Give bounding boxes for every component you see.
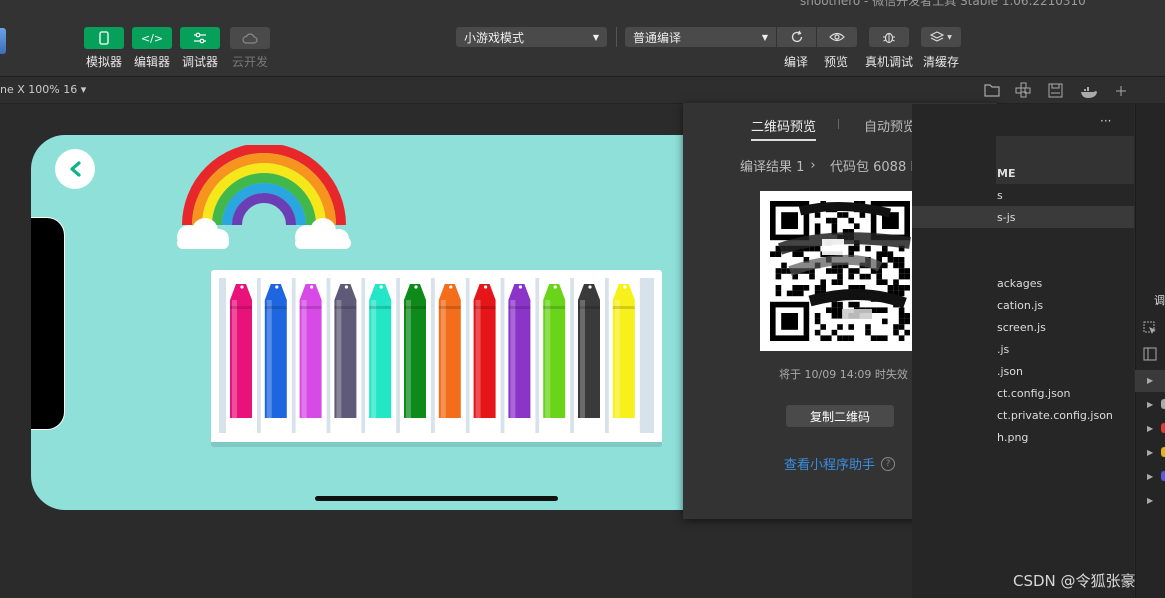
file-tree-item[interactable]: .json (997, 365, 1023, 378)
caret-right-icon[interactable]: ▶ (1147, 472, 1153, 481)
phone-notch (31, 217, 65, 430)
crayon (612, 284, 635, 418)
mode-select[interactable]: 小游戏模式 ▼ (456, 27, 607, 47)
info-dot-icon (1161, 471, 1165, 481)
helper-link[interactable]: 查看小程序助手 ? (784, 454, 896, 473)
qr-expire-text: 将于 10/09 14:09 时失效 (779, 368, 908, 381)
device-select[interactable]: ne X 100% 16 ▾ (0, 83, 86, 96)
file-tree-item[interactable]: ME (997, 167, 1015, 180)
sliders-icon (194, 32, 206, 44)
clear-cache-button[interactable]: ▼ (921, 27, 961, 47)
crayon (578, 284, 600, 418)
crayon (334, 284, 357, 418)
warning-dot-icon (1161, 447, 1165, 457)
grid-icon[interactable] (1015, 82, 1031, 102)
bug-icon (883, 32, 895, 44)
crayon (473, 284, 496, 418)
help-icon: ? (881, 456, 896, 471)
file-tree-item[interactable]: s (997, 189, 1003, 202)
home-indicator (315, 496, 558, 501)
caret-right-icon[interactable]: ▶ (1147, 376, 1153, 385)
compile-result-link[interactable]: 编译结果 1 › (740, 156, 816, 175)
caret-right-icon[interactable]: ▶ (1147, 448, 1153, 457)
file-tree-item[interactable]: .js (997, 343, 1009, 356)
preview-label: 预览 (823, 55, 848, 69)
status-dot-icon (1161, 399, 1165, 409)
debugger-toggle-button[interactable] (180, 27, 220, 49)
watermark: CSDN @令狐张豪 (1013, 572, 1136, 590)
window-title: shoothero - 微信开发者工具 Stable 1.06.2210310 (800, 0, 1086, 8)
chevron-right-icon: › (810, 158, 816, 173)
copy-qr-button[interactable]: 复制二维码 (786, 405, 894, 427)
caret-down-icon: ▼ (592, 32, 599, 42)
editor-toggle-button[interactable]: </> (132, 27, 172, 49)
file-tree-item[interactable]: ct.private.config.json (997, 409, 1113, 422)
compile-select-value: 普通编译 (633, 30, 682, 45)
crayon (543, 284, 566, 418)
eye-icon (829, 32, 845, 42)
caret-down-icon: ▼ (947, 33, 952, 41)
phone-icon (99, 31, 109, 45)
app-icon (0, 28, 6, 54)
split-panel-icon[interactable] (984, 82, 1002, 97)
cloud-dev-label: 云开发 (231, 55, 268, 69)
device-toggle-icon[interactable] (1143, 346, 1157, 365)
crayon-box (211, 270, 662, 447)
crayon (299, 284, 322, 418)
clear-cache-label: 清缓存 (922, 55, 959, 69)
crayon (230, 284, 252, 418)
refresh-icon (791, 30, 802, 43)
crayon (264, 284, 287, 418)
error-dot-icon (1161, 423, 1165, 433)
crayons-image (219, 274, 654, 436)
crayon (404, 284, 426, 418)
back-button[interactable] (55, 149, 95, 189)
caret-right-icon[interactable]: ▶ (1147, 424, 1153, 433)
debug-tab[interactable]: 调 (1154, 292, 1165, 308)
cloud-icon (242, 33, 258, 44)
docker-icon[interactable] (1080, 84, 1098, 103)
selected-file-row (912, 206, 1134, 228)
crayon (508, 284, 531, 418)
compile-mode-select[interactable]: 普通编译 ▼ (625, 27, 776, 47)
caret-down-icon: ▼ (761, 32, 768, 42)
caret-right-icon[interactable]: ▶ (1147, 496, 1153, 505)
chevron-left-icon (70, 161, 81, 177)
crayon (438, 284, 461, 418)
file-tree-item[interactable]: ackages (997, 277, 1042, 290)
simulator-toggle-button[interactable] (84, 27, 124, 49)
preview-button[interactable] (817, 27, 857, 47)
tab-auto-preview[interactable]: 自动预览 (864, 116, 916, 135)
file-tree-item[interactable]: s-js (997, 211, 1016, 224)
caret-right-icon[interactable]: ▶ (1147, 400, 1153, 409)
file-tree-item[interactable]: h.png (997, 431, 1028, 444)
toolbar-divider (616, 27, 617, 47)
qr-code-image (770, 201, 911, 341)
inspect-cursor-icon[interactable] (1143, 320, 1157, 339)
cloud-dev-button[interactable] (230, 27, 270, 49)
file-tree-item[interactable]: screen.js (997, 321, 1046, 334)
helper-link-text: 查看小程序助手 (784, 458, 876, 473)
mode-select-value: 小游戏模式 (464, 30, 525, 45)
tab-qr-preview[interactable]: 二维码预览 (751, 116, 817, 141)
qr-code (760, 191, 920, 351)
file-tree-header (996, 136, 1134, 184)
crayon (369, 284, 392, 418)
save-icon[interactable] (1048, 83, 1063, 102)
file-tree-item[interactable]: ct.config.json (997, 387, 1071, 400)
rainbow-image (177, 145, 351, 249)
remote-debug-button[interactable] (869, 27, 909, 47)
compile-button[interactable] (777, 27, 816, 47)
pin-icon[interactable] (1114, 83, 1128, 102)
code-icon: </> (140, 31, 164, 45)
remote-debug-label: 真机调试 (864, 55, 913, 69)
file-tree-item[interactable]: cation.js (997, 299, 1043, 312)
tab-divider (838, 119, 839, 129)
compile-result-text: 编译结果 1 (740, 160, 805, 175)
layers-icon (930, 31, 945, 42)
more-options-icon[interactable]: ··· (1100, 114, 1111, 128)
